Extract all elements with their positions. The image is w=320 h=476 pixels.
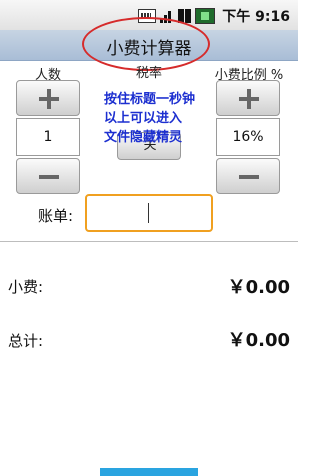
- people-value[interactable]: 1: [16, 118, 80, 156]
- tip-result-value: ￥0.00: [227, 277, 290, 298]
- divider: [0, 241, 298, 242]
- people-decrement-button[interactable]: [16, 158, 80, 194]
- people-stepper: 1: [16, 80, 80, 194]
- tip-decrement-button[interactable]: [216, 158, 280, 194]
- people-increment-button[interactable]: [16, 80, 80, 116]
- text-cursor: [148, 203, 149, 223]
- annotation-line: 按住标题一秒钟: [104, 92, 196, 107]
- tip-increment-button[interactable]: [216, 80, 280, 116]
- tip-value[interactable]: 16%: [216, 118, 280, 156]
- tip-result-label: 小费:: [8, 278, 44, 296]
- battery-icon: [195, 8, 216, 24]
- bottom-indicator: [100, 468, 198, 476]
- annotation-line: 以上可以进入: [104, 111, 183, 126]
- bill-input[interactable]: [85, 194, 213, 232]
- annotation-text: 按住标题一秒钟 以上可以进入 文件隐藏精灵: [104, 90, 204, 147]
- tip-stepper: 16%: [216, 80, 280, 194]
- bill-label: 账单:: [38, 207, 74, 225]
- annotation-line: 文件隐藏精灵: [104, 130, 183, 145]
- total-result-value: ￥0.00: [227, 330, 290, 351]
- status-time: 下午 9:16: [222, 9, 290, 25]
- tax-label: 税率: [135, 66, 162, 81]
- total-result-label: 总计:: [8, 332, 44, 350]
